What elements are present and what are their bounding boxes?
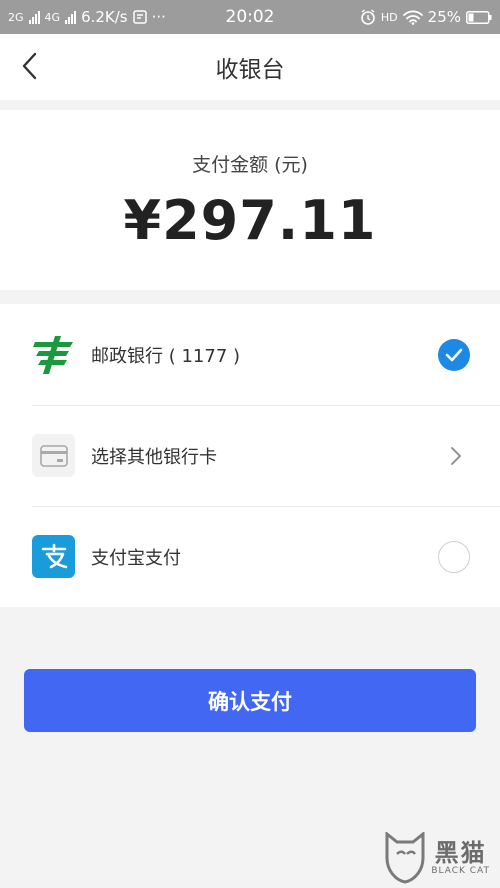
status-right: HD 25% (360, 8, 492, 26)
payment-method-label: 支付宝支付 (91, 547, 181, 569)
watermark: 黑猫 BLACK CAT (383, 832, 490, 884)
back-arrow-icon (22, 52, 37, 80)
payment-method-alipay[interactable]: 支付宝支付 (0, 506, 500, 607)
back-button[interactable] (14, 51, 44, 81)
payment-method-label: 邮政银行 ( 1177 ) (91, 345, 241, 367)
battery-percent: 25% (427, 8, 461, 26)
watermark-en: BLACK CAT (431, 866, 490, 876)
confirm-payment-button[interactable]: 确认支付 (24, 669, 476, 732)
page-title: 收银台 (215, 57, 285, 83)
selected-check-icon (438, 338, 470, 371)
bank-card-icon (32, 434, 75, 477)
confirm-area: 确认支付 (0, 669, 500, 732)
payment-method-postal-bank[interactable]: 邮政银行 ( 1177 ) (0, 304, 500, 405)
network-2g-label: 2G (8, 10, 24, 24)
alarm-icon (361, 9, 375, 25)
payment-method-label: 选择其他银行卡 (91, 446, 217, 468)
signal-icon (65, 10, 77, 24)
signal-icon (28, 10, 40, 24)
black-cat-logo-icon (385, 832, 425, 884)
amount-label: 支付金额 (元) (192, 154, 308, 176)
payment-method-other-bank-card[interactable]: 选择其他银行卡 (0, 405, 500, 506)
nav-bar: 收银台 (0, 34, 500, 100)
wifi-icon (402, 10, 423, 25)
battery-icon (466, 10, 492, 24)
status-bar: 2G 4G 6.2K/s ··· 20:02 HD 25% (0, 0, 500, 34)
watermark-text: 黑猫 BLACK CAT (431, 840, 490, 876)
more-dots: ··· (151, 8, 166, 26)
hd-label: HD (380, 10, 398, 24)
postal-bank-logo-icon (32, 333, 75, 376)
chevron-right-icon (451, 446, 461, 465)
network-speed: 6.2K/s (81, 8, 128, 26)
network-4g-label: 4G (44, 10, 61, 24)
amount-card: 支付金额 (元) ¥297.11 (0, 110, 500, 290)
notification-icon (132, 10, 147, 24)
alipay-icon (32, 535, 75, 578)
payment-method-list: 邮政银行 ( 1177 ) 选择其他银行卡 支付宝支付 (0, 304, 500, 607)
status-left: 2G 4G 6.2K/s ··· (8, 8, 166, 26)
radio-unselected[interactable] (438, 540, 470, 573)
watermark-cn: 黑猫 (434, 839, 487, 867)
amount-value: ¥297.11 (123, 189, 377, 252)
